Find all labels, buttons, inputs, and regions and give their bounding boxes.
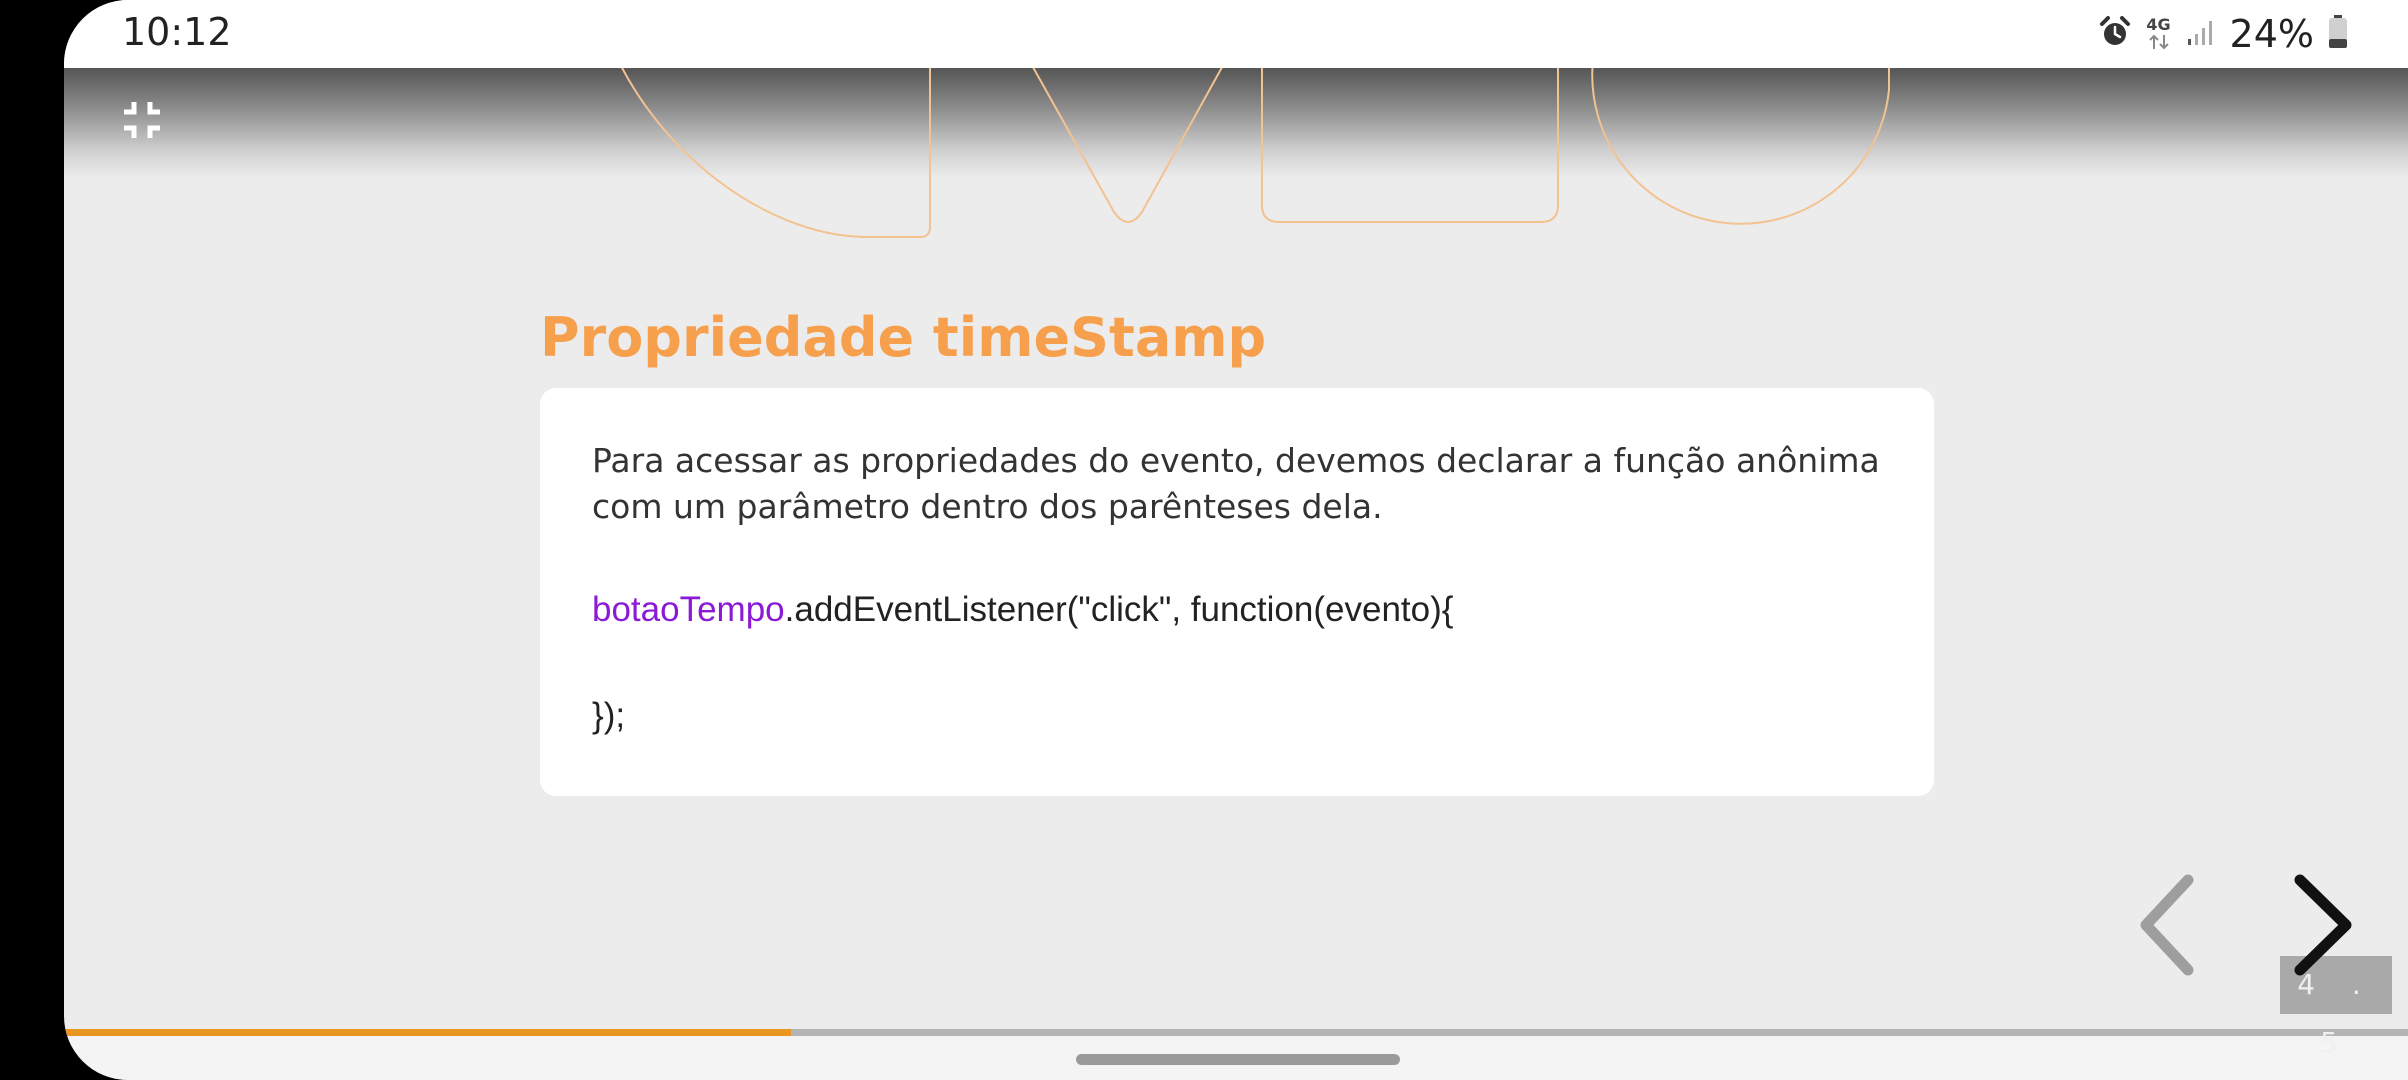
alarm-icon [2098, 15, 2132, 53]
slide-progress-fill [64, 1029, 791, 1036]
chevron-right-icon [2294, 874, 2352, 976]
status-icons: 4G 24% [2098, 10, 2348, 58]
system-navigation-bar [64, 1036, 2408, 1080]
code-method: .addEventListener("click", function(even… [784, 590, 1454, 629]
code-line-listener: botaoTempo.addEventListener("click", fun… [592, 590, 1453, 630]
slide-title: Propriedade timeStamp [540, 306, 1267, 369]
exit-fullscreen-icon [124, 102, 160, 138]
next-slide-button[interactable] [2288, 870, 2368, 980]
status-bar: 10:12 4G 24% [64, 0, 2408, 68]
deco-circle-shape [1591, 59, 1890, 225]
network-type-icon: 4G [2146, 17, 2172, 51]
slide-paragraph: Para acessar as propriedades do evento, … [592, 441, 1880, 526]
network-type-label: 4G [2146, 15, 2171, 34]
battery-icon [2328, 15, 2348, 53]
presentation-screen: 10:12 4G 24% Propriedade timeStamp Para … [64, 0, 2408, 1080]
code-object: botaoTempo [592, 590, 785, 629]
signal-icon [2186, 17, 2216, 51]
home-indicator[interactable] [1076, 1054, 1400, 1065]
slide-progress-bar [64, 1029, 2408, 1036]
battery-percentage: 24% [2229, 12, 2314, 56]
deco-quarter-shape [608, 39, 931, 238]
code-line-close: }); [592, 696, 626, 735]
status-time: 10:12 [122, 10, 232, 54]
previous-slide-button[interactable] [2128, 870, 2208, 980]
exit-fullscreen-button[interactable] [120, 98, 164, 142]
deco-triangle-shape [1028, 59, 1227, 223]
chevron-left-icon [2140, 874, 2194, 976]
content-card: Para acessar as propriedades do evento, … [540, 388, 1934, 796]
